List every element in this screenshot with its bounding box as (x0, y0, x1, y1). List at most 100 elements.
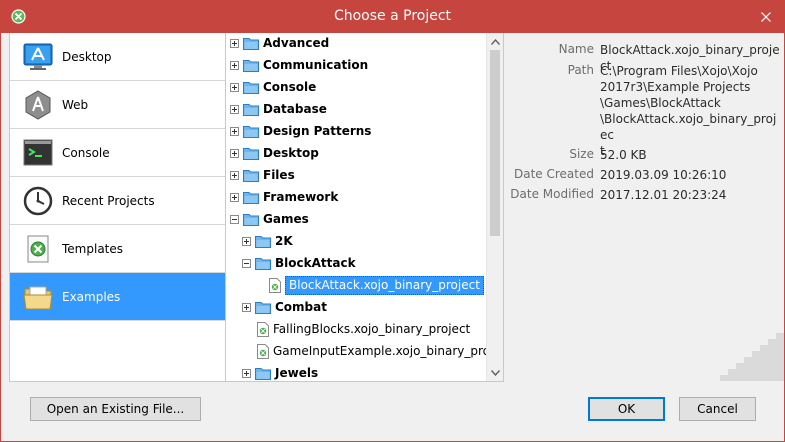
tree-scrollbar[interactable] (486, 33, 503, 381)
tree-item-label: Database (263, 102, 327, 116)
folder-icon (255, 301, 271, 314)
expand-icon[interactable] (242, 369, 251, 378)
expand-icon[interactable] (230, 171, 239, 180)
folder-icon (255, 257, 271, 270)
category-label: Console (62, 145, 110, 160)
tree-folder-row[interactable]: 2K (226, 231, 486, 253)
app-store-icon (22, 41, 54, 73)
date-created-label: Date Created (514, 167, 594, 181)
expand-icon[interactable] (230, 39, 239, 48)
folder-icon (255, 367, 271, 380)
choose-project-dialog: Choose a Project Desktop Web Console Rec… (0, 0, 785, 442)
name-label: Name (558, 42, 594, 56)
folder-open-icon (22, 281, 54, 313)
tree-folder-row[interactable]: Console (226, 77, 486, 99)
terminal-icon (22, 137, 54, 169)
path-value: C:\Program Files\Xojo\Xojo 2017r3\Exampl… (600, 64, 777, 158)
folder-icon (243, 169, 259, 182)
expand-icon[interactable] (230, 149, 239, 158)
date-modified-label: Date Modified (510, 187, 594, 201)
tree-folder-row[interactable]: BlockAttack (226, 253, 486, 275)
category-label: Templates (62, 241, 124, 256)
size-label: Size (569, 147, 594, 161)
ok-button[interactable]: OK (588, 397, 665, 421)
close-icon (761, 12, 771, 22)
category-templates[interactable]: Templates (10, 225, 225, 273)
close-button[interactable] (756, 7, 776, 27)
cancel-button[interactable]: Cancel (679, 397, 756, 421)
tree-item-label: Desktop (263, 146, 319, 160)
chevron-down-icon (491, 369, 500, 376)
folder-icon (255, 235, 271, 248)
tree-item-label: BlockAttack.xojo_binary_project (285, 276, 484, 295)
tree-file-row[interactable]: FallingBlocks.xojo_binary_project (226, 319, 486, 341)
tree-item-label: Jewels (275, 366, 319, 380)
tree-file-row[interactable]: GameInputExample.xojo_binary_proje... (226, 341, 486, 363)
tree-item-label: GameInputExample.xojo_binary_proje... (273, 344, 486, 358)
expand-icon[interactable] (230, 193, 239, 202)
tree-item-label: Combat (275, 300, 327, 314)
folder-icon (243, 213, 259, 226)
collapse-icon[interactable] (230, 215, 239, 224)
tree-folder-row[interactable]: Communication (226, 55, 486, 77)
templates-icon (22, 233, 54, 265)
folder-icon (243, 37, 259, 50)
scroll-down-button[interactable] (487, 364, 504, 381)
path-label: Path (567, 63, 594, 77)
tree-item-label: Framework (263, 190, 339, 204)
tree-folder-row[interactable]: Advanced (226, 33, 486, 55)
category-web[interactable]: Web (10, 81, 225, 129)
tree-folder-row[interactable]: Jewels (226, 363, 486, 381)
project-details: Name BlockAttack.xojo_binary_project Pat… (503, 33, 784, 382)
expand-icon[interactable] (242, 237, 251, 246)
tree-folder-row[interactable]: Framework (226, 187, 486, 209)
watermark-icon (720, 333, 784, 381)
scroll-up-button[interactable] (487, 33, 504, 50)
category-label: Examples (62, 289, 121, 304)
folder-icon (243, 147, 259, 160)
tree-item-label: BlockAttack (275, 256, 356, 270)
category-label: Recent Projects (62, 193, 155, 208)
tree-folder-row[interactable]: Design Patterns (226, 121, 486, 143)
category-label: Desktop (62, 49, 112, 64)
tree-folder-row[interactable]: Files (226, 165, 486, 187)
category-examples[interactable]: Examples (10, 273, 225, 321)
chevron-up-icon (491, 38, 500, 45)
folder-icon (243, 103, 259, 116)
tree-item-label: Communication (263, 58, 369, 72)
category-desktop[interactable]: Desktop (10, 33, 225, 81)
tree-viewport: Advanced Communication Console Database Desi… (226, 33, 486, 381)
date-created-value: 2019.03.09 10:26:10 (600, 168, 727, 182)
folder-icon (243, 59, 259, 72)
category-list: Desktop Web Console Recent Projects Temp… (9, 33, 225, 382)
xojo-project-file-icon (257, 322, 269, 337)
window-title: Choose a Project (333, 8, 452, 24)
expand-icon[interactable] (230, 127, 239, 136)
tree-folder-row[interactable]: Games (226, 209, 486, 231)
open-existing-file-button[interactable]: Open an Existing File... (30, 397, 201, 421)
tree-folder-row[interactable]: Database (226, 99, 486, 121)
category-console[interactable]: Console (10, 129, 225, 177)
clock-icon (22, 185, 54, 217)
collapse-icon[interactable] (242, 259, 251, 268)
xojo-project-file-icon (269, 278, 281, 293)
category-recent-projects[interactable]: Recent Projects (10, 177, 225, 225)
title-bar[interactable]: Choose a Project (1, 1, 784, 33)
tree-item-label: Games (263, 212, 309, 226)
expand-icon[interactable] (242, 303, 251, 312)
tree-file-row[interactable]: BlockAttack.xojo_binary_project (226, 275, 486, 297)
size-value: 52.0 KB (600, 148, 647, 162)
tree-item-label: 2K (275, 234, 293, 248)
expand-icon[interactable] (230, 83, 239, 92)
expand-icon[interactable] (230, 105, 239, 114)
tree-item-label: FallingBlocks.xojo_binary_project (273, 322, 471, 336)
tree-item-label: Console (263, 80, 317, 94)
tree-item-label: Files (263, 168, 295, 182)
tree-folder-row[interactable]: Combat (226, 297, 486, 319)
example-project-tree[interactable]: Advanced Communication Console Database Desi… (225, 33, 503, 382)
scroll-thumb[interactable] (490, 50, 500, 236)
expand-icon[interactable] (230, 61, 239, 70)
tree-folder-row[interactable]: Desktop (226, 143, 486, 165)
tree-item-label: Advanced (263, 36, 330, 50)
folder-icon (243, 191, 259, 204)
